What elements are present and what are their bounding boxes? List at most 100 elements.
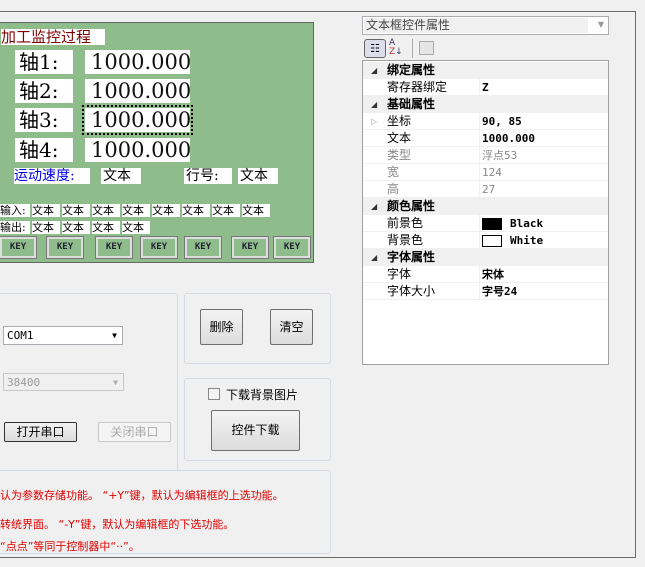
property-value[interactable]: 124 xyxy=(479,164,502,181)
axis-label[interactable]: 轴3: xyxy=(15,108,73,132)
key-button[interactable]: KEY xyxy=(231,236,269,259)
input-value[interactable]: 文本 xyxy=(152,204,180,217)
property-label: 文本 xyxy=(387,131,412,145)
property-value[interactable]: 字号24 xyxy=(479,283,517,300)
sort-alpha-icon[interactable]: A Z↓ xyxy=(389,39,407,58)
property-label: 基础属性 xyxy=(387,97,436,111)
output-label[interactable]: 输出: xyxy=(0,221,30,234)
output-value[interactable]: 文本 xyxy=(122,221,150,234)
input-value[interactable]: 文本 xyxy=(212,204,240,217)
axis-value[interactable]: 1000.000 xyxy=(85,50,191,74)
input-label[interactable]: 输入: xyxy=(0,204,30,217)
input-value[interactable]: 文本 xyxy=(32,204,60,217)
key-button[interactable]: KEY xyxy=(140,236,178,259)
property-row[interactable]: 寄存器绑定 Z xyxy=(363,79,608,96)
collapse-icon[interactable]: ◢ xyxy=(371,249,377,266)
line-label[interactable]: 行号: xyxy=(184,168,232,184)
key-button[interactable]: KEY xyxy=(0,236,37,259)
axis-label[interactable]: 轴4: xyxy=(15,138,73,162)
output-value[interactable]: 文本 xyxy=(92,221,120,234)
note-line-2: 转统界面。 “-Y”键，默认为编辑框的下选功能。 xyxy=(0,518,235,531)
output-value[interactable]: 文本 xyxy=(62,221,90,234)
property-row[interactable]: 高 27 xyxy=(363,181,608,198)
color-swatch xyxy=(482,235,502,247)
property-category[interactable]: ◢ 颜色属性 xyxy=(363,198,608,215)
axis-label[interactable]: 轴1: xyxy=(15,50,73,74)
property-value-text: 宋体 xyxy=(482,268,504,281)
property-row[interactable]: 宽 124 xyxy=(363,164,608,181)
download-controls-button[interactable]: 控件下载 xyxy=(211,410,300,451)
property-row[interactable]: 字体 宋体 xyxy=(363,266,608,283)
property-row[interactable]: 类型 浮点53 xyxy=(363,147,608,164)
property-label: 前景色 xyxy=(387,216,424,230)
property-pages-icon[interactable] xyxy=(419,41,434,55)
property-category[interactable]: ◢ 基础属性 xyxy=(363,96,608,113)
port-value: COM1 xyxy=(7,329,34,342)
property-label: 寄存器绑定 xyxy=(387,80,448,94)
input-value[interactable]: 文本 xyxy=(182,204,210,217)
property-label: 高 xyxy=(387,182,400,196)
output-value[interactable]: 文本 xyxy=(32,221,60,234)
property-value[interactable]: 1000.000 xyxy=(479,130,535,147)
baud-value: 38400 xyxy=(7,376,41,389)
axis-value[interactable]: 1000.000 xyxy=(85,138,191,162)
toolbar-divider xyxy=(412,39,413,58)
expand-icon[interactable]: ▷ xyxy=(371,113,377,130)
input-value[interactable]: 文本 xyxy=(122,204,150,217)
property-value[interactable]: 宋体 xyxy=(479,266,504,283)
clear-button[interactable]: 清空 xyxy=(270,309,313,345)
baud-select[interactable]: 38400 ▼ xyxy=(3,373,124,391)
download-bg-label[interactable]: 下载背景图片 xyxy=(226,386,298,403)
open-port-button[interactable]: 打开串口 xyxy=(4,422,77,442)
object-selector-value: 文本框控件属性 xyxy=(364,18,588,33)
property-row[interactable]: 前景色 Black xyxy=(363,215,608,232)
chevron-down-icon: ▼ xyxy=(113,378,118,387)
input-value[interactable]: 文本 xyxy=(242,204,270,217)
close-port-button[interactable]: 关闭串口 xyxy=(98,422,171,442)
axis-value[interactable]: 1000.000 xyxy=(82,105,193,135)
collapse-icon[interactable]: ◢ xyxy=(371,198,377,215)
property-value-text: White xyxy=(510,234,544,247)
property-label: 字体大小 xyxy=(387,284,436,298)
collapse-icon[interactable]: ◢ xyxy=(371,62,377,79)
key-button[interactable]: KEY xyxy=(184,236,222,259)
input-value[interactable]: 文本 xyxy=(62,204,90,217)
object-selector[interactable]: 文本框控件属性 ▼ xyxy=(362,16,609,35)
input-value[interactable]: 文本 xyxy=(92,204,120,217)
property-value-text: 27 xyxy=(482,183,496,196)
download-bg-checkbox[interactable] xyxy=(208,388,220,400)
property-grid: ◢ 绑定属性 寄存器绑定 Z ◢ 基础属性 ▷ 坐标 90, 85 文本 1000.000 类型 浮点5… xyxy=(362,60,609,365)
property-label: 字体属性 xyxy=(387,250,436,264)
property-row[interactable]: 背景色 White xyxy=(363,232,608,249)
property-value[interactable]: White xyxy=(479,232,543,249)
monitor-title[interactable]: 加工监控过程 xyxy=(1,29,105,45)
property-label: 宽 xyxy=(387,165,400,179)
collapse-icon[interactable]: ◢ xyxy=(371,96,377,113)
key-button[interactable]: KEY xyxy=(273,236,311,259)
property-value-text: 90, 85 xyxy=(482,115,522,128)
property-value[interactable]: 90, 85 xyxy=(479,113,522,130)
speed-value[interactable]: 文本 xyxy=(101,168,141,184)
property-row[interactable]: 字体大小 字号24 xyxy=(363,283,608,300)
delete-button[interactable]: 删除 xyxy=(200,309,243,345)
property-category[interactable]: ◢ 绑定属性 xyxy=(363,62,608,79)
property-value-text: 浮点53 xyxy=(482,149,518,162)
chevron-down-icon: ▼ xyxy=(112,331,117,340)
axis-label[interactable]: 轴2: xyxy=(15,79,73,103)
key-button[interactable]: KEY xyxy=(46,236,84,259)
property-category[interactable]: ◢ 字体属性 xyxy=(363,249,608,266)
property-label: 类型 xyxy=(387,148,412,162)
speed-label[interactable]: 运动速度: xyxy=(14,168,90,184)
property-label: 坐标 xyxy=(387,114,412,128)
property-value[interactable]: 27 xyxy=(479,181,495,198)
property-row[interactable]: ▷ 坐标 90, 85 xyxy=(363,113,608,130)
property-value[interactable]: Black xyxy=(479,215,543,232)
property-row[interactable]: 文本 1000.000 xyxy=(363,130,608,147)
key-button[interactable]: KEY xyxy=(95,236,133,259)
categorized-view-icon[interactable]: ☷ xyxy=(364,39,386,58)
axis-value[interactable]: 1000.000 xyxy=(85,79,191,103)
line-value[interactable]: 文本 xyxy=(238,168,278,184)
port-select[interactable]: COM1 ▼ xyxy=(3,326,123,345)
property-value[interactable]: Z xyxy=(479,79,489,96)
property-value[interactable]: 浮点53 xyxy=(479,147,517,164)
